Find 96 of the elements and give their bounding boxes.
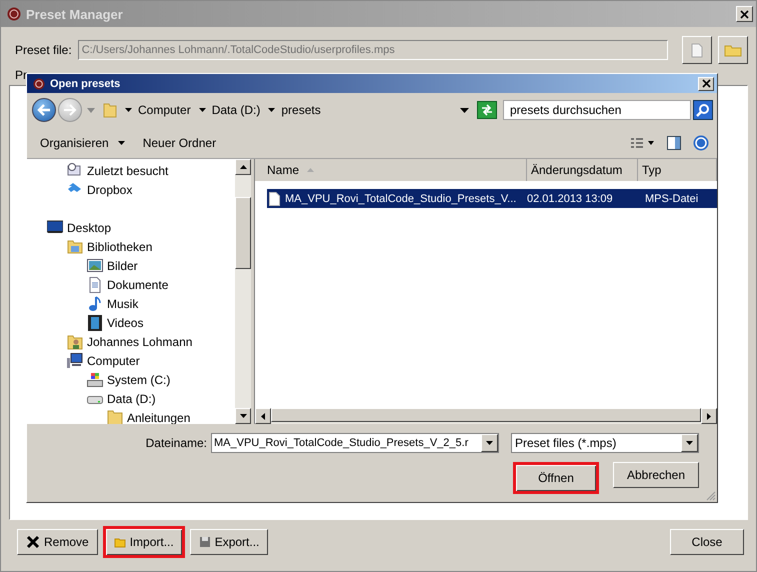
monitor-icon (47, 220, 63, 236)
nav-item[interactable]: Dropbox (27, 180, 235, 199)
folder-icon (107, 410, 123, 424)
nav-item[interactable]: Videos (27, 313, 235, 332)
search-icon (696, 103, 710, 117)
window-title: Preset Manager (26, 6, 124, 22)
left-arrow-icon (261, 412, 265, 420)
presets-label: Pr (14, 67, 27, 82)
help-icon (693, 135, 709, 151)
dialog-title: Open presets (50, 78, 122, 90)
app-logo-icon (7, 7, 21, 21)
back-button[interactable] (32, 98, 56, 122)
document-icon (691, 42, 703, 58)
caret-icon (87, 108, 95, 112)
scrollbar[interactable] (235, 159, 251, 424)
preset-file-label: Preset file: (15, 43, 72, 57)
breadcrumb-item[interactable]: Data (D:) (212, 103, 260, 117)
hard-drive-icon (87, 372, 103, 388)
close-icon (740, 10, 749, 18)
help-button[interactable] (691, 133, 711, 153)
scroll-thumb[interactable] (235, 197, 251, 269)
nav-item[interactable]: Dokumente (27, 275, 235, 294)
export-button[interactable]: Export... (190, 529, 268, 555)
file-date: 02.01.2013 13:09 (527, 192, 614, 204)
down-arrow-icon (240, 414, 246, 418)
nav-item[interactable]: Bibliotheken (27, 237, 235, 256)
scroll-down-button[interactable] (235, 408, 251, 424)
caret-icon (268, 108, 276, 112)
scroll-left-button[interactable] (255, 408, 271, 424)
refresh-button[interactable] (477, 101, 497, 119)
caret-icon (686, 441, 693, 445)
open-folder-button[interactable] (718, 36, 748, 64)
scrollbar[interactable] (255, 408, 717, 424)
dialog-button[interactable]: Öffnen (513, 462, 599, 494)
breadcrumb-item[interactable]: Computer (138, 103, 191, 117)
new-file-button[interactable] (682, 36, 712, 64)
recent-places-icon (67, 162, 83, 178)
view-options-button[interactable] (629, 136, 657, 150)
file-name: MA_VPU_Rovi_TotalCode_Studio_Presets_V... (285, 192, 516, 204)
filename-field[interactable]: MA_VPU_Rovi_TotalCode_Studio_Presets_V_2_5.r (211, 433, 499, 453)
computer-icon (67, 352, 83, 368)
nav-item[interactable]: Data (D:) (27, 389, 235, 408)
search-button[interactable] (693, 100, 713, 120)
file-row[interactable]: MA_VPU_Rovi_TotalCode_Studio_Presets_V... 02.01.2013 13:09 MPS-Datei (267, 189, 717, 208)
folder-icon (724, 43, 742, 57)
remove-button[interactable]: Remove (17, 529, 98, 555)
scroll-thumb[interactable] (271, 408, 701, 422)
user-folder-icon (67, 334, 83, 350)
list-view-icon (631, 138, 655, 148)
picture-icon (87, 258, 103, 274)
scroll-up-button[interactable] (235, 159, 251, 175)
nav-item[interactable]: Computer (27, 351, 235, 370)
column-header[interactable]: Typ (638, 159, 717, 181)
file-type: MPS-Datei (645, 192, 700, 204)
caret-icon (486, 441, 493, 445)
breadcrumb-item[interactable]: presets (281, 103, 321, 117)
file-type-dropdown[interactable]: Preset files (*.mps) (511, 433, 699, 453)
column-header[interactable]: Name (255, 159, 527, 181)
search-field[interactable]: presets durchsuchen (503, 100, 691, 120)
x-icon (26, 535, 40, 549)
resize-grip-icon (706, 491, 716, 501)
nav-item[interactable]: Johannes Lohmann (27, 332, 235, 351)
preview-pane-icon (667, 136, 681, 150)
up-arrow-icon (240, 165, 246, 169)
close-button[interactable] (698, 76, 714, 90)
film-icon (87, 314, 103, 330)
nav-item[interactable]: System (C:) (27, 370, 235, 389)
nav-item[interactable]: Musik (27, 294, 235, 313)
caret-icon (460, 108, 469, 112)
document-icon (269, 192, 280, 206)
folder-icon (114, 536, 126, 548)
close-button[interactable]: Close (670, 529, 744, 555)
right-arrow-icon (707, 412, 711, 420)
scroll-right-button[interactable] (701, 408, 717, 424)
folder-icon (103, 102, 117, 118)
library-folder-icon (67, 238, 83, 254)
dialog-button[interactable]: Abbrechen (613, 462, 699, 488)
import-button[interactable]: Import... (102, 526, 185, 558)
nav-item[interactable]: Anleitungen (27, 408, 235, 424)
arrow-right-icon (63, 104, 77, 116)
app-logo-icon (33, 78, 45, 90)
caret-icon (198, 108, 206, 112)
filename-label: Dateiname: (146, 436, 207, 450)
nav-item[interactable]: Bilder (27, 256, 235, 275)
refresh-icon (480, 104, 494, 116)
music-note-icon (87, 296, 103, 312)
preview-pane-button[interactable] (665, 134, 683, 152)
document-icon (87, 276, 103, 292)
nav-item[interactable]: Desktop (27, 218, 235, 237)
close-icon (702, 79, 710, 88)
caret-icon (125, 108, 132, 112)
toolbar-button[interactable]: Organisieren (35, 134, 130, 152)
nav-item[interactable]: Zuletzt besucht (27, 161, 235, 180)
arrow-left-icon (37, 104, 51, 116)
toolbar-button[interactable]: Neuer Ordner (138, 134, 222, 152)
column-header[interactable]: Änderungsdatum (527, 159, 638, 181)
